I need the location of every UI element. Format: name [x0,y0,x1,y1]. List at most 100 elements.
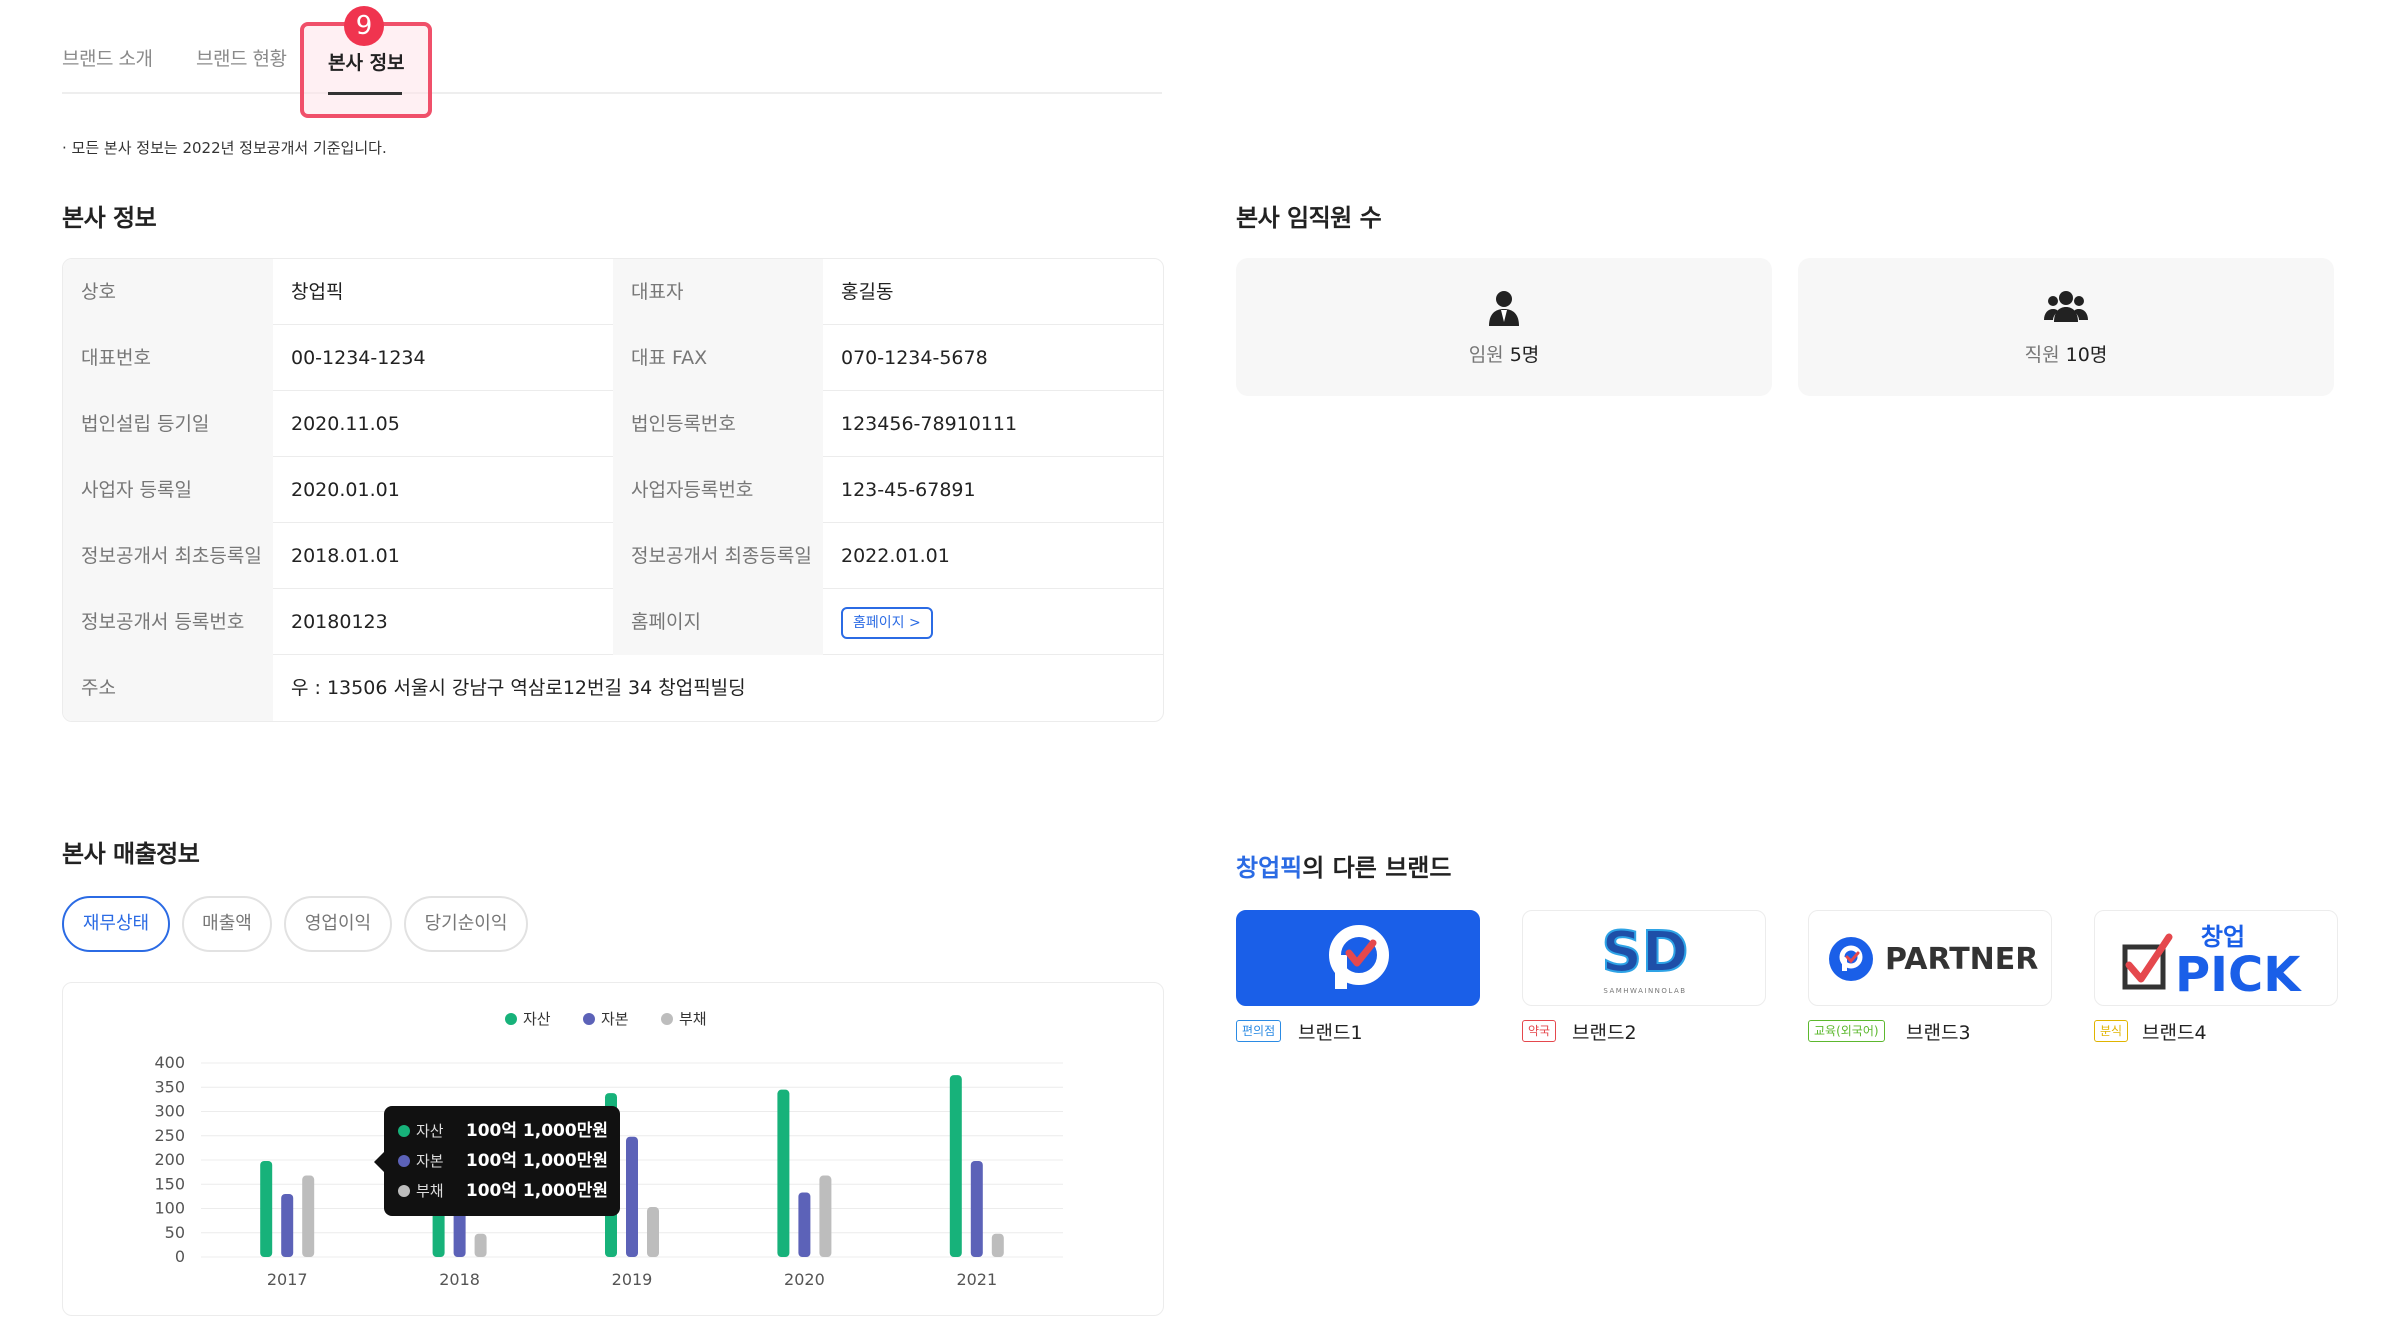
brand-name[interactable]: 브랜드4 [2142,1018,2207,1045]
staff-count: 직원 10명 [2024,344,2108,366]
legend-label: 자본 [601,1010,629,1028]
y-tick-label: 200 [154,1150,185,1169]
svg-text:PARTNER: PARTNER [1885,942,2038,977]
row-value: 2022.01.01 [841,545,950,567]
employees-title: 본사 임직원 수 [1236,204,1382,232]
table-row: 주소 우 : 13506 서울시 강남구 역삼로12번길 34 창업픽빌딩 [63,655,1163,721]
filter-sales[interactable]: 매출액 [182,896,272,952]
step-badge: 9 [344,6,384,46]
legend-marker [505,1013,517,1025]
brand-category-tag: 편의점 [1236,1020,1282,1042]
tab-hq-info[interactable]: 본사 정보 [328,48,405,75]
tooltip-arrow [374,1152,384,1172]
bar-2018-2 [474,1233,487,1257]
row-label: 사업자 등록일 [63,457,273,523]
brand-name[interactable]: 브랜드1 [1298,1018,1363,1045]
bar-2017-2 [302,1175,315,1257]
brand-name[interactable]: 브랜드3 [1906,1018,1971,1045]
tooltip-row-assets: 자산 100억 1,000만원 [398,1116,608,1146]
x-tick-label: 2018 [439,1270,480,1289]
row-value: 2018.01.01 [291,545,400,567]
address-label: 주소 [63,655,273,721]
tab-brand-status[interactable]: 브랜드 현황 [196,44,287,71]
bar-2020-2 [819,1175,832,1257]
legend-label: 자산 [523,1010,551,1028]
bar-2021-2 [991,1233,1004,1257]
x-tick-label: 2019 [612,1270,653,1289]
y-tick-label: 300 [154,1102,185,1121]
chart-tooltip: 자산 100억 1,000만원 자본 100억 1,000만원 부채 100억 … [384,1106,620,1216]
group-people-icon [2044,291,2088,322]
legend-marker [583,1013,595,1025]
changup-pick-logo: 창업 PICK [2122,923,2302,1003]
other-brands-title: 창업픽의 다른 브랜드 [1236,854,1452,882]
tooltip-row-liabilities: 부채 100억 1,000만원 [398,1176,608,1206]
x-tick-label: 2020 [784,1270,825,1289]
hq-info-table: 상호 창업픽 대표자 홍길동 대표번호 00-1234-1234 대표 FAX … [62,258,1164,722]
bar-2019-1 [626,1136,638,1257]
executives-card: 임원 5명 [1236,258,1772,396]
row-label: 대표자 [613,259,823,325]
y-tick-label: 350 [154,1077,185,1096]
row-value: 20180123 [291,611,388,633]
bar-2020-1 [798,1192,811,1257]
brand-card-2[interactable]: SD SAMHWAINNOLAB [1522,910,1766,1006]
brand-card-3[interactable]: PARTNER [1808,910,2052,1006]
svg-text:SAMHWAINNOLAB: SAMHWAINNOLAB [1603,987,1686,995]
row-label: 대표번호 [63,325,273,391]
svg-text:SD: SD [1602,920,1689,985]
partner-logo: PARTNER [1829,937,2038,981]
executives-count: 임원 5명 [1468,344,1540,366]
row-value-homepage: 홈페이지 > [823,589,1163,655]
tab-brand-intro[interactable]: 브랜드 소개 [62,44,153,71]
y-tick-label: 250 [154,1126,185,1145]
row-value: 123-45-67891 [841,479,976,501]
homepage-button[interactable]: 홈페이지 > [841,607,933,639]
tab-bar: 브랜드 소개 브랜드 현황 [62,0,1162,94]
x-tick-label: 2021 [956,1270,997,1289]
bar-2021-1 [970,1160,983,1257]
brand-category-tag: 교육(외국어) [1808,1020,1885,1042]
y-tick-label: 150 [154,1174,185,1193]
bar-2019-2 [647,1207,659,1257]
filter-financial-status[interactable]: 재무상태 [62,896,170,952]
sd-logo: SD SAMHWAINNOLAB [1601,919,1690,995]
notice-text: · 모든 본사 정보는 2022년 정보공개서 기준입니다. [62,139,387,157]
filter-operating-profit[interactable]: 영업이익 [284,896,392,952]
y-tick-label: 0 [175,1247,185,1266]
brand-category-tag: 약국 [1522,1020,1557,1042]
address-value: 우 : 13506 서울시 강남구 역삼로12번길 34 창업픽빌딩 [291,677,746,699]
filter-net-income[interactable]: 당기순이익 [404,896,528,952]
row-label: 정보공개서 최종등록일 [613,523,823,589]
brand-card-4[interactable]: 창업 PICK [2094,910,2338,1006]
legend-dot [398,1125,410,1137]
bar-2021-0 [949,1075,962,1257]
row-value: 2020.11.05 [291,413,400,435]
row-label: 사업자등록번호 [613,457,823,523]
y-tick-label: 50 [165,1223,185,1242]
table-row: 사업자 등록일 2020.01.01 사업자등록번호 123-45-67891 [63,457,1163,523]
x-tick-label: 2017 [267,1270,308,1289]
svg-text:PICK: PICK [2175,947,2302,1003]
row-value: 홍길동 [841,281,894,303]
row-value: 00-1234-1234 [291,347,426,369]
table-row: 상호 창업픽 대표자 홍길동 [63,259,1163,325]
staff-card: 직원 10명 [1798,258,2334,396]
row-label: 대표 FAX [613,325,823,391]
row-label: 정보공개서 등록번호 [63,589,273,655]
brand-card-1[interactable] [1236,910,1480,1006]
revenue-title: 본사 매출정보 [62,840,200,868]
table-row: 정보공개서 등록번호 20180123 홈페이지 홈페이지 > [63,589,1163,655]
legend-dot [398,1155,410,1167]
table-row: 대표번호 00-1234-1234 대표 FAX 070-1234-5678 [63,325,1163,391]
y-tick-label: 100 [154,1199,185,1218]
hq-info-title: 본사 정보 [62,204,157,232]
row-label: 홈페이지 [613,589,823,655]
bar-2017-1 [281,1193,294,1257]
table-row: 정보공개서 최초등록일 2018.01.01 정보공개서 최종등록일 2022.… [63,523,1163,589]
brand-name[interactable]: 브랜드2 [1572,1018,1637,1045]
row-label: 법인설립 등기일 [63,391,273,457]
p-check-logo [1329,925,1389,989]
bar-2020-0 [777,1089,790,1257]
legend-label: 부채 [679,1010,707,1028]
